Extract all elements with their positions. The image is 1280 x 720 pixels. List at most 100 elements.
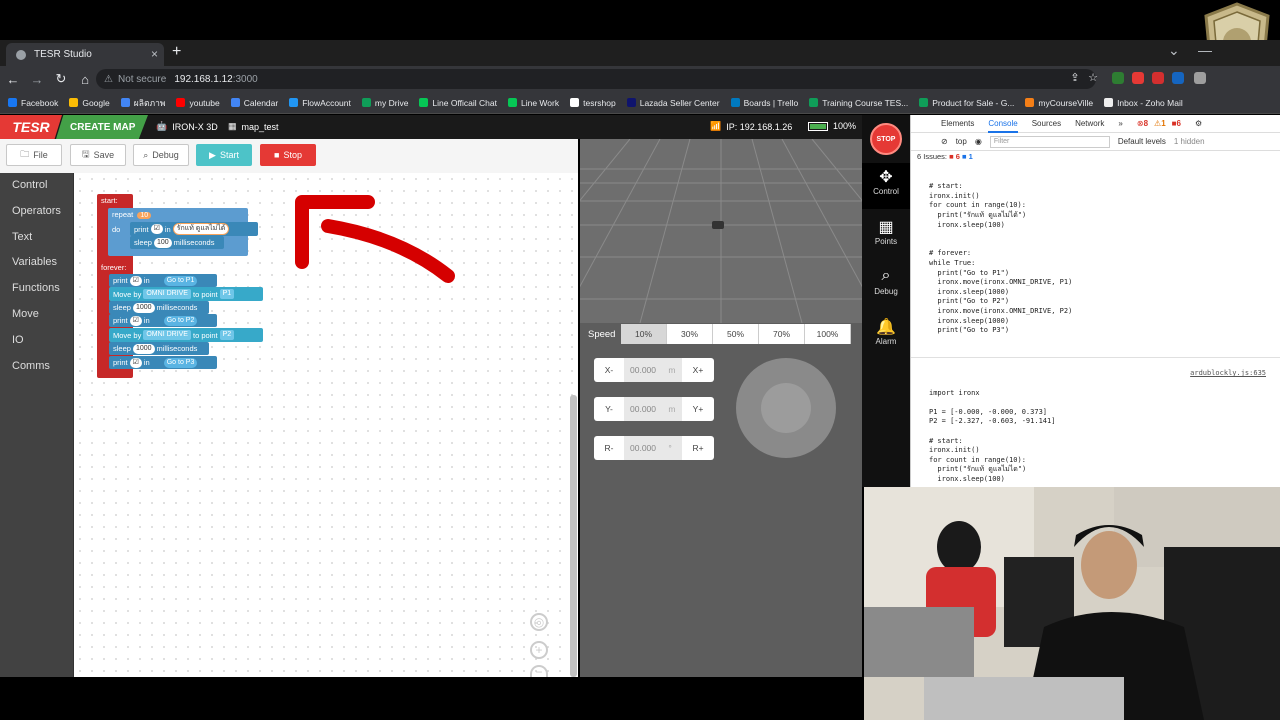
minimize-icon[interactable]: —: [1198, 42, 1212, 58]
map-selector[interactable]: ▦ map_test: [228, 121, 279, 132]
extension-pdf-icon[interactable]: [1152, 72, 1164, 84]
print-text-value[interactable]: รักแท้ ดูแลไม่ได้: [172, 223, 230, 235]
rail-control[interactable]: ✥ Control: [862, 163, 910, 209]
drive-mode-dropdown[interactable]: OMNI DRIVE: [143, 289, 191, 299]
eye-icon[interactable]: ◉: [975, 137, 982, 146]
bookmark-item[interactable]: my Drive: [361, 98, 408, 108]
clear-console-icon[interactable]: ⊘: [941, 137, 948, 146]
zoom-out-icon[interactable]: −: [530, 665, 548, 679]
start-button[interactable]: ▶ Start: [196, 144, 252, 166]
r-value-field[interactable]: 00.000 °: [624, 436, 682, 460]
checkbox-icon[interactable]: ☑: [129, 357, 142, 368]
bookmark-item[interactable]: Lazada Seller Center: [626, 98, 720, 108]
settings-gear-icon[interactable]: ⚙: [1195, 119, 1202, 128]
context-select[interactable]: top: [956, 137, 967, 146]
home-icon[interactable]: ⌂: [74, 72, 96, 87]
console-source-link[interactable]: ardublockly.js:635: [1190, 369, 1266, 379]
bookmark-item[interactable]: Boards | Trello: [730, 98, 798, 108]
toolbox-category-text[interactable]: Text: [0, 225, 73, 251]
console-filter-input[interactable]: Filter: [989, 135, 1110, 148]
x-plus-button[interactable]: X+: [682, 365, 714, 375]
workspace-scrollbar[interactable]: [570, 395, 577, 677]
sleep-value[interactable]: 1000: [132, 343, 155, 354]
sleep-value[interactable]: 1000: [132, 302, 155, 313]
y-plus-button[interactable]: Y+: [682, 404, 714, 414]
checkbox-icon[interactable]: ☑: [129, 315, 142, 326]
issues-line[interactable]: 6 Issues: ■ 6 ■ 1: [911, 151, 1280, 163]
tab-search-icon[interactable]: ⌄: [1168, 42, 1180, 59]
browser-tab[interactable]: TESR Studio ×: [6, 43, 164, 66]
r-minus-button[interactable]: R-: [594, 443, 624, 453]
extension-grammarly-icon[interactable]: [1112, 72, 1124, 84]
joystick-knob[interactable]: [761, 383, 811, 433]
bookmark-item[interactable]: Calendar: [230, 98, 278, 108]
tab-sources[interactable]: Sources: [1032, 119, 1061, 128]
sleep-1000-block-2[interactable]: sleep 1000 milliseconds: [109, 342, 209, 355]
move-p1-block[interactable]: Move by OMNI DRIVE to point P1: [109, 287, 263, 301]
toolbox-category-operators[interactable]: Operators: [0, 199, 73, 225]
rail-points[interactable]: ▦ Points: [862, 213, 910, 259]
back-icon[interactable]: ←: [2, 72, 24, 87]
bookmark-item[interactable]: Inbox - Zoho Mail: [1104, 98, 1183, 108]
rail-alarm[interactable]: 🔔 Alarm: [862, 313, 910, 359]
speed-option[interactable]: 30%: [667, 324, 713, 344]
toolbox-category-move[interactable]: Move: [0, 302, 73, 328]
bookmark-item[interactable]: Facebook: [8, 98, 58, 108]
file-button[interactable]: 🗀 File: [6, 144, 62, 166]
forever-block[interactable]: forever:: [97, 260, 133, 274]
print-go-p2-block[interactable]: print ☑ in Go to P2: [109, 314, 217, 327]
print-text-value[interactable]: Go to P1: [163, 275, 198, 286]
bookmark-item[interactable]: Line Work: [508, 98, 559, 108]
reload-icon[interactable]: ↻: [50, 71, 72, 87]
warning-count[interactable]: ⚠1: [1154, 119, 1166, 128]
tab-network[interactable]: Network: [1075, 119, 1104, 128]
issues-count[interactable]: ■6: [1172, 119, 1181, 128]
sleep-1000-block[interactable]: sleep 1000 milliseconds: [109, 301, 209, 314]
more-tabs-icon[interactable]: »: [1118, 119, 1122, 128]
toolbox-category-functions[interactable]: Functions: [0, 276, 73, 302]
bookmark-item[interactable]: FlowAccount: [289, 98, 351, 108]
forward-icon[interactable]: →: [26, 72, 48, 87]
print-block[interactable]: print ☑ in รักแท้ ดูแลไม่ได้: [130, 222, 258, 236]
3d-viewport[interactable]: [580, 139, 862, 323]
stop-button[interactable]: ■ Stop: [260, 144, 316, 166]
recenter-icon[interactable]: ◎: [530, 613, 548, 631]
y-minus-button[interactable]: Y-: [594, 404, 624, 414]
x-minus-button[interactable]: X-: [594, 365, 624, 375]
x-value-field[interactable]: 00.000 m: [624, 358, 682, 382]
tab-elements[interactable]: Elements: [941, 119, 974, 128]
sleep-block[interactable]: sleep 100 milliseconds: [130, 236, 224, 249]
address-bar[interactable]: ⚠ Not secure 192.168.1.12:3000: [96, 69, 1096, 89]
checkbox-icon[interactable]: ☑: [129, 275, 142, 286]
bookmark-item[interactable]: Google: [69, 98, 110, 108]
repeat-count[interactable]: 10: [137, 212, 152, 219]
bookmark-item[interactable]: Line Officail Chat: [419, 98, 497, 108]
y-value-field[interactable]: 00.000 m: [624, 397, 682, 421]
bookmark-item[interactable]: Product for Sale - G...: [919, 98, 1014, 108]
speed-option[interactable]: 50%: [713, 324, 759, 344]
sleep-value[interactable]: 100: [153, 237, 172, 248]
speed-option[interactable]: 70%: [759, 324, 805, 344]
joystick[interactable]: [736, 358, 836, 458]
bookmark-item[interactable]: youtube: [176, 98, 220, 108]
extension-adblock-icon[interactable]: [1132, 72, 1144, 84]
point-dropdown[interactable]: P1: [219, 289, 235, 299]
new-tab-button[interactable]: +: [172, 43, 181, 61]
rail-debug[interactable]: ⌕ Debug: [862, 263, 910, 309]
zoom-in-icon[interactable]: +: [530, 641, 548, 659]
toolbox-category-io[interactable]: IO: [0, 328, 73, 354]
speed-option[interactable]: 100%: [805, 324, 851, 344]
bookmark-item[interactable]: myCourseVille: [1025, 98, 1093, 108]
drive-mode-dropdown[interactable]: OMNI DRIVE: [143, 330, 191, 340]
tab-console[interactable]: Console: [988, 119, 1018, 133]
print-text-value[interactable]: Go to P2: [163, 315, 198, 326]
extensions-puzzle-icon[interactable]: [1194, 72, 1206, 84]
print-go-p1-block[interactable]: print ☑ in Go to P1: [109, 274, 217, 287]
toolbox-category-comms[interactable]: Comms: [0, 354, 73, 380]
tab-close-icon[interactable]: ×: [151, 47, 158, 61]
print-text-value[interactable]: Go to P3: [163, 357, 198, 368]
print-go-p3-block[interactable]: print ☑ in Go to P3: [109, 356, 217, 369]
point-dropdown[interactable]: P2: [219, 330, 235, 340]
speed-option[interactable]: 10%: [621, 324, 667, 344]
star-icon[interactable]: ☆: [1082, 71, 1104, 84]
